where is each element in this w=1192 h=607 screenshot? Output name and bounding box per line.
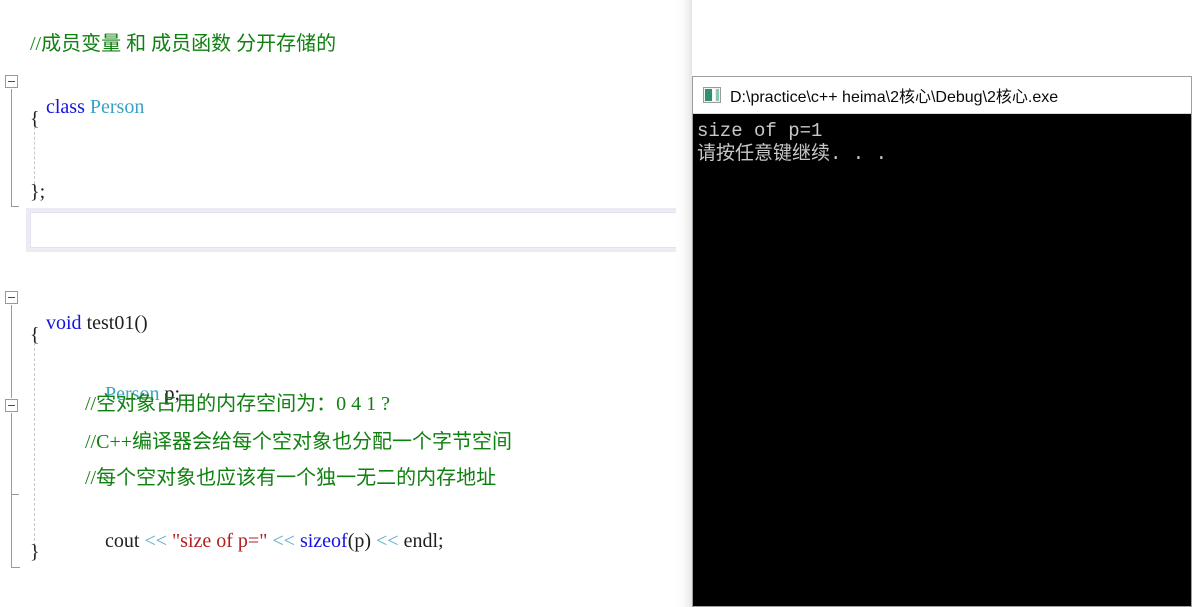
editor-vertical-scrollbar[interactable]	[676, 0, 692, 607]
function-name-test01: test01()	[86, 312, 148, 334]
code-line-comment-unique-address: //每个空对象也应该有一个独一无二的内存地址	[85, 467, 497, 489]
operator-stream-insert-2: <<	[272, 530, 300, 552]
code-line-func-close-brace: }	[30, 541, 40, 563]
fold-toggle-test01[interactable]	[5, 291, 18, 304]
operator-stream-insert-1: <<	[144, 530, 172, 552]
sizeof-argument: (p)	[347, 530, 377, 552]
code-line-void-test01: void test01()	[26, 287, 148, 359]
indent-guide-func-body	[34, 338, 35, 546]
fold-bracket-tick	[11, 494, 19, 495]
fold-toggle-class-person[interactable]	[5, 75, 18, 88]
console-titlebar[interactable]: D:\practice\c++ heima\2核心\Debug\2核心.exe	[693, 77, 1191, 114]
console-output-area[interactable]: size of p=1 请按任意键继续. . .	[693, 114, 1191, 606]
console-app-icon	[703, 87, 721, 103]
code-line-comment-empty-object-size: //空对象占用的内存空间为：0 4 1 ?	[85, 393, 390, 415]
code-line-comment-member-storage: //成员变量 和 成员函数 分开存储的	[30, 33, 337, 55]
console-output-line-1: size of p=1	[697, 120, 823, 142]
operator-stream-insert-3: <<	[376, 530, 404, 552]
keyword-class: class	[46, 96, 90, 118]
code-line-class-person: class Person	[26, 71, 144, 143]
keyword-sizeof: sizeof	[299, 530, 348, 552]
fold-margin	[0, 0, 26, 607]
code-line-func-open-brace: {	[30, 324, 40, 346]
code-line-class-close-brace: };	[30, 181, 46, 203]
fold-bracket-line-test01-upper	[11, 305, 12, 398]
fold-bracket-foot-test01	[11, 567, 20, 568]
console-title-text: D:\practice\c++ heima\2核心\Debug\2核心.exe	[730, 89, 1059, 106]
string-literal-size-of-p: "size of p="	[172, 530, 268, 552]
code-line-class-open-brace: {	[30, 108, 40, 130]
console-output-line-2: 请按任意键继续. . .	[697, 143, 888, 165]
type-name-person: Person	[89, 96, 145, 118]
code-line-comment-compiler-allocates: //C++编译器会给每个空对象也分配一个字节空间	[85, 431, 513, 453]
identifier-cout: cout	[105, 530, 145, 552]
fold-bracket-line-test01-lower	[11, 413, 12, 568]
console-window[interactable]: D:\practice\c++ heima\2核心\Debug\2核心.exe …	[692, 76, 1192, 607]
fold-bracket-line-class	[11, 89, 12, 207]
fold-bracket-foot-class	[11, 206, 19, 207]
identifier-endl: endl;	[403, 530, 444, 552]
code-line-cout-sizeof: cout << "size of p=" << sizeof(p) << end…	[85, 505, 444, 577]
fold-toggle-comment-block[interactable]	[5, 399, 18, 412]
keyword-void: void	[46, 312, 87, 334]
